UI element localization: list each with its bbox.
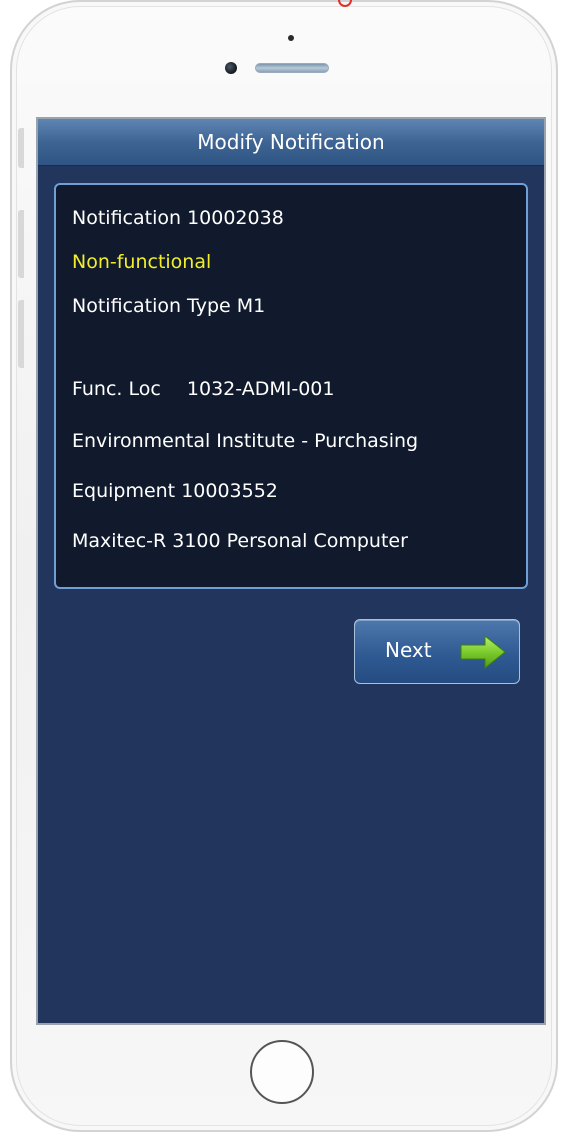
- next-button-label: Next: [385, 638, 432, 662]
- earpiece-speaker: [255, 63, 329, 73]
- func-loc-value: 1032-ADMI-001: [186, 378, 335, 400]
- notification-type-row: Notification Type M1: [72, 295, 265, 317]
- notification-type-value: M1: [236, 295, 266, 317]
- notification-label: Notification: [72, 207, 182, 229]
- page-title: Modify Notification: [197, 130, 385, 154]
- home-button[interactable]: [250, 1040, 314, 1104]
- notification-number-row: Notification 10002038: [72, 207, 284, 229]
- func-loc-label: Func. Loc: [72, 378, 161, 400]
- side-button-mute: [18, 128, 24, 168]
- side-button-volume-down: [18, 300, 24, 368]
- next-button[interactable]: Next: [354, 619, 520, 684]
- side-button-volume-up: [18, 210, 24, 278]
- equipment-row: Equipment 10003552: [72, 480, 278, 502]
- func-loc-row: Func. Loc 1032-ADMI-001: [72, 378, 334, 400]
- proximity-sensor: [288, 35, 294, 41]
- arrow-right-icon: [460, 634, 506, 670]
- func-loc-description: Environmental Institute - Purchasing: [72, 430, 419, 452]
- notification-type-label: Notification Type: [72, 295, 231, 317]
- front-camera-icon: [225, 62, 237, 74]
- notification-details-panel: Notification 10002038 Non-functional Not…: [54, 183, 528, 589]
- cropped-annotation-mark: [330, 0, 356, 8]
- notification-status: Non-functional: [72, 251, 212, 273]
- notification-number: 10002038: [187, 207, 284, 229]
- title-bar: Modify Notification: [38, 119, 544, 166]
- app-screen: Modify Notification Notification 1000203…: [36, 117, 546, 1025]
- equipment-label: Equipment: [72, 480, 176, 502]
- equipment-description: Maxitec-R 3100 Personal Computer: [72, 530, 408, 552]
- equipment-value: 10003552: [181, 480, 278, 502]
